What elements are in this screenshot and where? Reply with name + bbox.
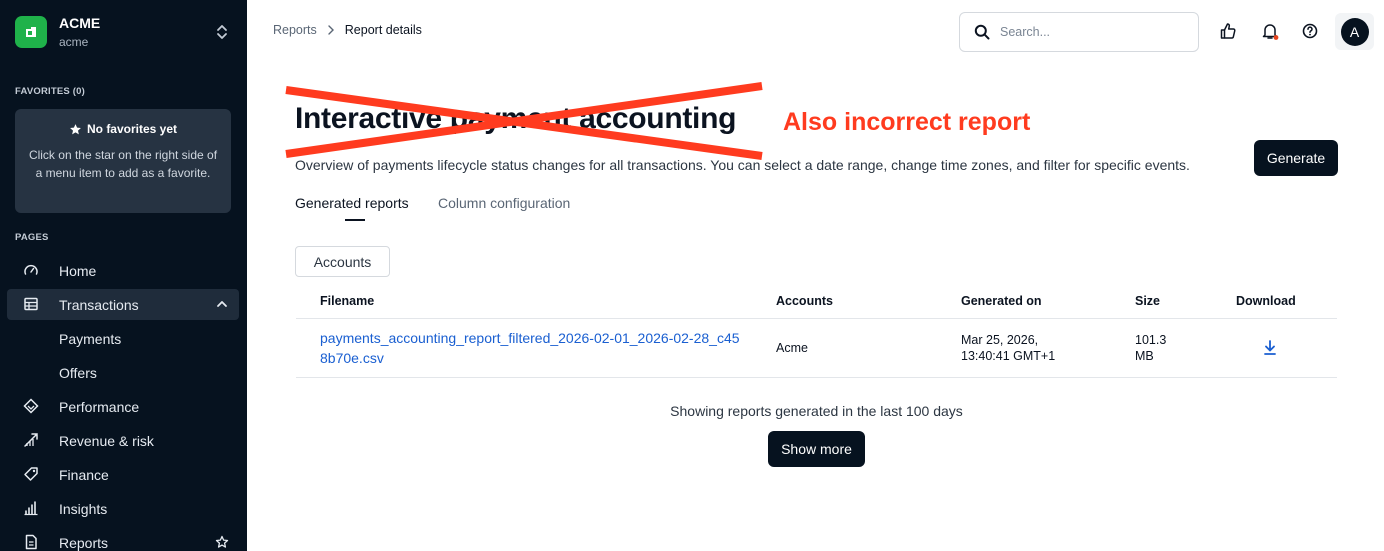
star-icon: [70, 123, 81, 134]
table-icon: [24, 297, 38, 311]
chevron-up-icon[interactable]: [215, 297, 229, 311]
notification-dot: [1273, 35, 1279, 40]
sidebar-item-label: Insights: [59, 500, 108, 517]
sidebar-item-label: Payments: [59, 330, 122, 347]
search-box[interactable]: [959, 12, 1199, 52]
sidebar-item-finance[interactable]: Finance: [7, 459, 239, 490]
tab-column-configuration[interactable]: Column configuration: [438, 195, 570, 211]
search-input[interactable]: [1000, 25, 1180, 39]
chevron-right-icon: [328, 25, 334, 35]
sidebar-item-offers[interactable]: Offers: [7, 357, 239, 388]
search-icon: [974, 24, 990, 40]
tag-icon: [24, 467, 38, 481]
page-title: Interactive payment accounting: [295, 102, 737, 135]
org-name: ACME: [59, 14, 101, 31]
showing-reports-note-wrapper: Showing reports generated in the last 10…: [0, 403, 1384, 419]
favorites-label: FAVORITES (0): [15, 86, 85, 97]
trend-up-icon: [24, 433, 38, 447]
row-size-value: 101.3: [1135, 333, 1167, 347]
breadcrumb: Reports Report details: [273, 23, 422, 37]
thumbs-up-icon[interactable]: [1219, 22, 1237, 40]
home-gauge-icon: [24, 264, 38, 275]
column-header-accounts: Accounts: [776, 294, 833, 308]
org-subtitle: acme: [59, 34, 89, 49]
column-header-filename: Filename: [320, 294, 375, 308]
sidebar-item-payments[interactable]: Payments: [7, 323, 239, 354]
help-icon[interactable]: [1301, 22, 1319, 40]
breadcrumb-current: Report details: [344, 23, 422, 37]
sidebar-item-transactions[interactable]: Transactions: [7, 289, 239, 320]
sidebar-item-label: Finance: [59, 466, 109, 483]
sidebar-item-insights[interactable]: Insights: [7, 493, 239, 524]
favorites-empty-title: No favorites yet: [86, 122, 178, 136]
tab-generated-reports[interactable]: Generated reports: [295, 195, 409, 211]
user-avatar-button[interactable]: A: [1335, 13, 1374, 50]
showing-reports-note: Showing reports generated in the last 10…: [670, 403, 963, 419]
org-logo: [15, 16, 47, 48]
org-logo-icon: [26, 27, 36, 37]
favorites-empty-description: Click on the star on the right side of a…: [28, 148, 218, 180]
bar-chart-icon: [24, 501, 38, 516]
sidebar-item-home[interactable]: Home: [7, 255, 239, 286]
download-icon[interactable]: [1262, 339, 1278, 356]
sidebar-item-reports[interactable]: Reports: [7, 527, 239, 551]
page-description: Overview of payments lifecycle status ch…: [295, 157, 1190, 173]
sidebar-item-label: Home: [59, 262, 97, 279]
document-icon: [25, 534, 37, 550]
row-accounts: Acme: [776, 341, 808, 355]
star-outline-icon[interactable]: [215, 535, 229, 549]
bell-icon[interactable]: [1261, 22, 1279, 40]
row-generated-date: Mar 25, 2026,: [961, 333, 1039, 347]
chevron-up-down-icon[interactable]: [215, 23, 229, 41]
column-header-generated-on: Generated on: [961, 294, 1042, 308]
accounts-filter-button[interactable]: Accounts: [295, 246, 390, 277]
org-switcher[interactable]: ACME acme: [15, 14, 235, 50]
favorites-empty-state: No favorites yet Click on the star on th…: [15, 109, 231, 213]
sidebar-item-label: Revenue & risk: [59, 432, 154, 449]
column-header-size: Size: [1135, 294, 1161, 308]
sidebar-item-label: Offers: [59, 364, 97, 381]
row-size-unit: MB: [1135, 349, 1154, 363]
annotation-note: Also incorrect report: [783, 108, 1031, 136]
table-divider: [296, 318, 1337, 319]
table-divider: [296, 377, 1337, 378]
report-file-link[interactable]: payments_accounting_report_filtered_2026…: [320, 328, 740, 368]
column-header-download: Download: [1236, 294, 1296, 308]
tab-active-indicator: [345, 219, 365, 221]
avatar: A: [1340, 17, 1369, 46]
pages-label: PAGES: [15, 232, 49, 243]
row-generated-time: 13:40:41 GMT+1: [961, 349, 1056, 363]
sidebar-item-revenue-risk[interactable]: Revenue & risk: [7, 425, 239, 456]
breadcrumb-reports-link[interactable]: Reports: [273, 23, 317, 37]
generate-button[interactable]: Generate: [1254, 140, 1338, 176]
sidebar-item-label: Reports: [59, 534, 109, 551]
show-more-button[interactable]: Show more: [768, 431, 865, 467]
sidebar-item-label: Transactions: [59, 296, 139, 313]
sidebar: ACME acme FAVORITES (0) No favorites yet…: [0, 0, 247, 551]
